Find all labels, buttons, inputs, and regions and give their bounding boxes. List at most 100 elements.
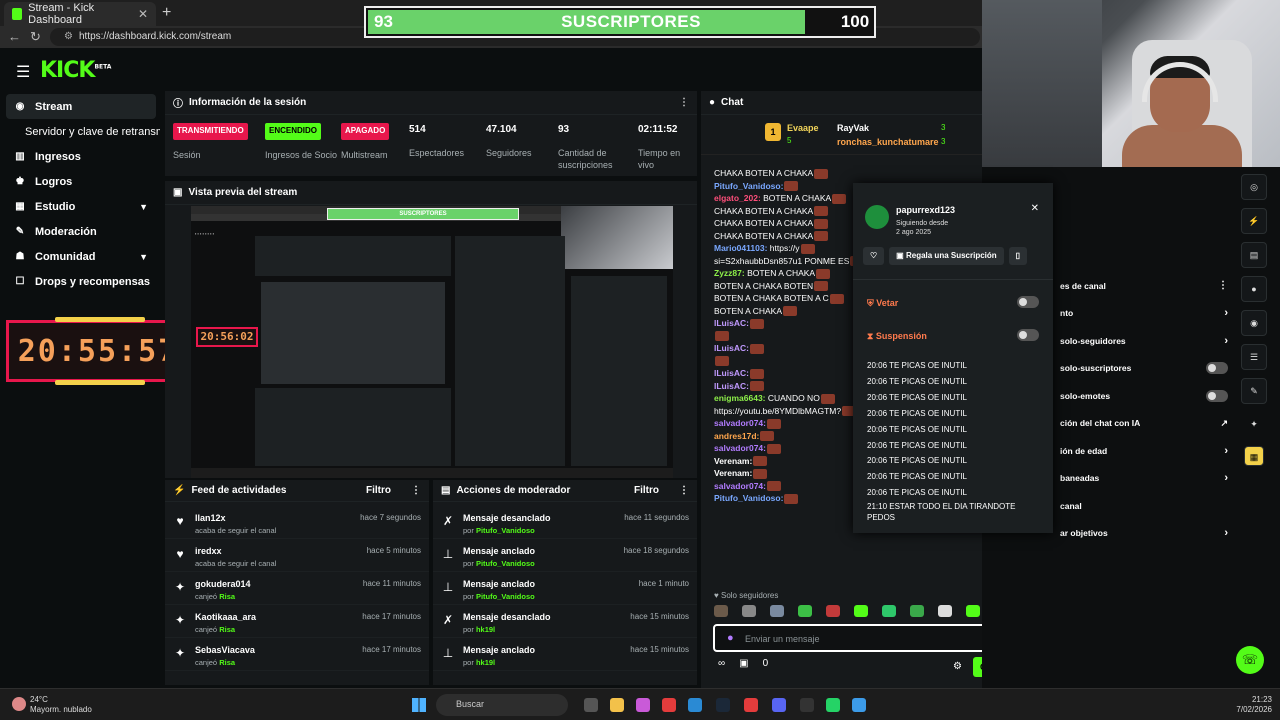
close-icon[interactable]: ✕ bbox=[1031, 203, 1039, 214]
windows-start-icon[interactable] bbox=[412, 698, 426, 712]
menu-icon[interactable]: ☰ bbox=[16, 62, 30, 82]
chat-username[interactable]: Zyzz87: bbox=[714, 268, 745, 278]
chat-username[interactable]: Pitufo_Vanidoso: bbox=[714, 181, 783, 191]
timeout-toggle[interactable] bbox=[1017, 329, 1039, 341]
channel-menu-item[interactable]: nto › bbox=[1060, 300, 1232, 328]
chat-username[interactable]: lLuisAC: bbox=[714, 381, 749, 391]
chat-message[interactable]: elgato_202: BOTEN A CHAKA bbox=[714, 192, 854, 205]
leader-second-name[interactable]: RayVak bbox=[837, 123, 869, 133]
chat-icon[interactable]: ● bbox=[1241, 276, 1267, 302]
discord-icon[interactable] bbox=[772, 698, 786, 712]
copy-icon[interactable]: ▯ bbox=[1008, 247, 1028, 265]
emote-icon[interactable] bbox=[826, 605, 840, 617]
new-tab-icon[interactable]: + bbox=[162, 4, 171, 22]
more-options-icon[interactable]: ⋮ bbox=[411, 485, 421, 496]
list-icon[interactable]: ☰ bbox=[1241, 344, 1267, 370]
back-icon[interactable]: ← bbox=[8, 29, 21, 44]
chat-message[interactable] bbox=[714, 330, 854, 343]
mod-action-row[interactable]: ⊥ Mensaje anclado por Pitufo_Vanidoso hace … bbox=[433, 539, 697, 572]
app-icon[interactable] bbox=[852, 698, 866, 712]
chat-message[interactable]: si=S2xhaubbDsn857u1 PONME ES bbox=[714, 255, 854, 268]
activity-row[interactable]: ♥ llan12x acaba de seguir el canal hace 7 s… bbox=[165, 506, 429, 539]
close-tab-icon[interactable]: ✕ bbox=[138, 7, 148, 21]
channel-menu-item[interactable]: ión de edad › bbox=[1060, 437, 1232, 465]
calendar-icon[interactable]: ▦ bbox=[1244, 446, 1264, 466]
points-icon[interactable]: ∞ bbox=[718, 658, 725, 669]
chat-message[interactable]: enigma6643: CUANDO NO bbox=[714, 392, 854, 405]
stream-preview-video[interactable]: SUSCRIPTORES ▪ ▪ ▪ ▪ ▪ ▪ ▪ ▪ 20:56:02 bbox=[191, 206, 673, 478]
reload-icon[interactable]: ↻ bbox=[30, 29, 41, 45]
emote-icon[interactable] bbox=[854, 605, 868, 617]
chat-message[interactable]: Verenam: bbox=[714, 455, 854, 468]
chat-message[interactable]: Zyzz87: BOTEN A CHAKA bbox=[714, 267, 854, 280]
mod-action-row[interactable]: ⊥ Mensaje anclado por hk19l hace 15 minutos bbox=[433, 638, 697, 671]
weather-icon[interactable] bbox=[12, 697, 26, 711]
whatsapp-icon[interactable] bbox=[826, 698, 840, 712]
chat-message[interactable]: BOTEN A CHAKA BOTEN A C bbox=[714, 292, 854, 305]
emote-icon[interactable] bbox=[714, 605, 728, 617]
more-options-icon[interactable]: ⋮ bbox=[679, 485, 689, 496]
mod-action-row[interactable]: ✗ Mensaje desanclado por Pitufo_Vanidoso ha… bbox=[433, 506, 697, 539]
emote-icon[interactable] bbox=[938, 605, 952, 617]
connections-icon[interactable]: ✦ bbox=[1241, 412, 1267, 438]
emote-icon[interactable] bbox=[882, 605, 896, 617]
edge-icon[interactable] bbox=[688, 698, 702, 712]
app-icon[interactable] bbox=[800, 698, 814, 712]
task-view-icon[interactable] bbox=[584, 698, 598, 712]
chat-input[interactable]: ● Enviar un mensaje ☻ bbox=[713, 624, 1009, 652]
sidebar-item-logros[interactable]: ♚ Logros bbox=[0, 169, 160, 194]
chat-message[interactable]: lLuisAC: bbox=[714, 367, 854, 380]
chat-username[interactable]: andres17d: bbox=[714, 431, 759, 441]
chat-message[interactable]: https://youtu.be/8YMDlbMAGTM? bbox=[714, 405, 854, 418]
browser-tab[interactable]: Stream - Kick Dashboard ✕ bbox=[4, 2, 156, 26]
document-icon[interactable]: ▤ bbox=[1241, 242, 1267, 268]
channel-menu-item[interactable]: canal bbox=[1060, 492, 1232, 520]
chat-message[interactable]: CHAKA BOTEN A CHAKA bbox=[714, 230, 854, 243]
chat-username[interactable]: Verenam: bbox=[714, 456, 752, 466]
chat-username[interactable]: Verenam: bbox=[714, 468, 752, 478]
mod-action-row[interactable]: ✗ Mensaje desanclado por hk19l hace 15 minu… bbox=[433, 605, 697, 638]
sidebar-item-server-key[interactable]: Servidor y clave de retransmisión bbox=[0, 119, 160, 144]
file-explorer-icon[interactable] bbox=[610, 698, 624, 712]
chat-message[interactable]: Pitufo_Vanidoso: bbox=[714, 180, 854, 193]
system-clock[interactable]: 21:23 7/02/2026 bbox=[1236, 695, 1272, 715]
sidebar-item-stream[interactable]: ◉ Stream bbox=[6, 94, 156, 119]
microphone-icon[interactable]: ● bbox=[727, 632, 734, 644]
gift-sub-button[interactable]: ▣ Regala una Suscripción bbox=[889, 247, 1004, 265]
frame-icon[interactable]: ◎ bbox=[1241, 174, 1267, 200]
chat-username[interactable]: salvador074: bbox=[714, 418, 766, 428]
broadcast-icon[interactable]: ◉ bbox=[1241, 310, 1267, 336]
filter-button[interactable]: Filtro bbox=[366, 485, 391, 496]
copilot-icon[interactable] bbox=[636, 698, 650, 712]
emote-icon[interactable] bbox=[966, 605, 980, 617]
wrench-icon[interactable]: ✎ bbox=[1241, 378, 1267, 404]
chat-message[interactable]: salvador074: bbox=[714, 417, 854, 430]
sidebar-item-drops[interactable]: ☐ Drops y recompensas bbox=[0, 269, 160, 294]
chat-message[interactable]: CHAKA BOTEN A CHAKA bbox=[714, 205, 854, 218]
leader-third-name[interactable]: ronchas_kunchatumare bbox=[837, 137, 939, 147]
channel-menu-item[interactable]: solo-suscriptores bbox=[1060, 355, 1232, 383]
toggle-switch[interactable] bbox=[1206, 362, 1228, 375]
channel-menu-item[interactable]: ción del chat con IA ↗ bbox=[1060, 410, 1232, 438]
chat-username[interactable]: salvador074: bbox=[714, 443, 766, 453]
chat-message[interactable]: BOTEN A CHAKA bbox=[714, 305, 854, 318]
chat-message[interactable]: salvador074: bbox=[714, 442, 854, 455]
chat-username[interactable]: Mario041103: bbox=[714, 243, 767, 253]
filter-button[interactable]: Filtro bbox=[634, 485, 659, 496]
chat-message[interactable]: andres17d: bbox=[714, 430, 854, 443]
bolt-icon[interactable]: ⚡ bbox=[1241, 208, 1267, 234]
sidebar-item-comunidad[interactable]: ☗ Comunidad ▼ bbox=[0, 244, 160, 269]
activity-row[interactable]: ✦ gokudera014 canjeó Risa hace 11 minutos bbox=[165, 572, 429, 605]
chat-username[interactable]: lLuisAC: bbox=[714, 368, 749, 378]
chat-message[interactable]: Pitufo_Vanidoso: bbox=[714, 492, 854, 505]
gift-icon[interactable]: ▣ bbox=[739, 658, 748, 669]
emote-icon[interactable] bbox=[798, 605, 812, 617]
chat-message[interactable]: salvador074: bbox=[714, 480, 854, 493]
activity-row[interactable]: ✦ Kaotikaaa_ara canjeó Risa hace 17 minutos bbox=[165, 605, 429, 638]
chat-message[interactable]: lLuisAC: bbox=[714, 317, 854, 330]
popup-username[interactable]: papurrexd123 bbox=[896, 205, 955, 215]
chat-username[interactable]: elgato_202: bbox=[714, 193, 761, 203]
chat-username[interactable]: Pitufo_Vanidoso: bbox=[714, 493, 783, 503]
taskbar-search[interactable]: Buscar bbox=[436, 694, 568, 716]
chat-message[interactable] bbox=[714, 355, 854, 368]
